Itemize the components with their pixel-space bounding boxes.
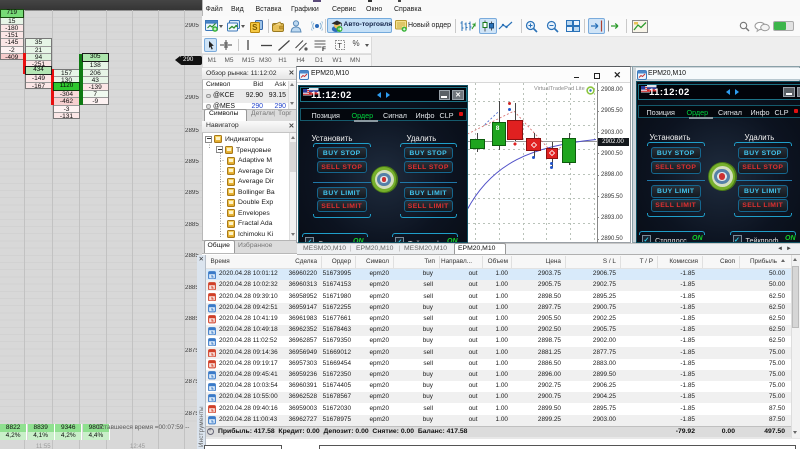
svg-text:T: T: [337, 41, 342, 50]
svg-text:S: S: [252, 23, 258, 32]
svg-text:F: F: [322, 46, 326, 51]
